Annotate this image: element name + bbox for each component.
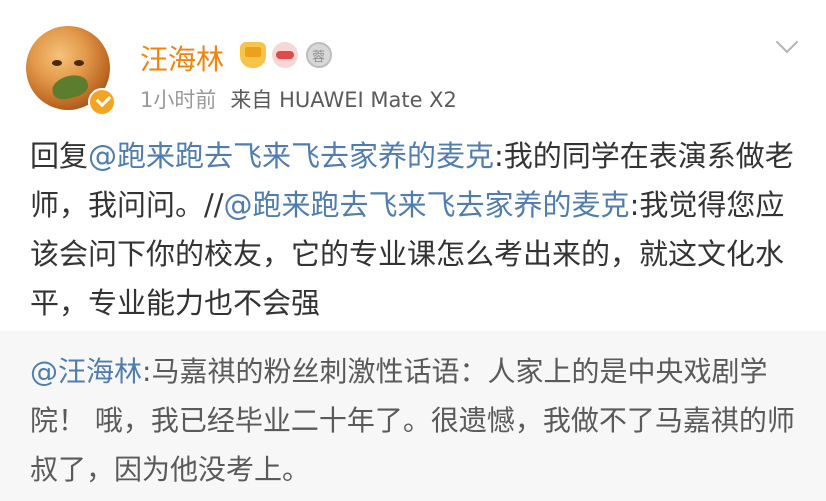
post-meta: 1小时前 来自 HUAWEI Mate X2 [140, 84, 457, 114]
mention-link[interactable]: @跑来跑去飞来飞去家养的麦克 [224, 188, 630, 222]
repost-mention[interactable]: @汪海林 [30, 355, 142, 388]
chevron-down-icon[interactable] [775, 30, 799, 54]
repost-text-block: @汪海林:马嘉祺的粉丝刺激性话语：人家上的是中央戏剧学院！ 哦，我已经毕业二十年… [30, 347, 800, 494]
reply-prefix: 回复 [30, 139, 89, 173]
avatar-leaf [49, 71, 91, 103]
avatar-eye [74, 60, 84, 66]
repost-card[interactable]: @汪海林:马嘉祺的粉丝刺激性话语：人家上的是中央戏剧学院！ 哦，我已经毕业二十年… [0, 331, 826, 501]
username[interactable]: 汪海林 [140, 38, 224, 78]
medal-label: 蓉 [312, 50, 326, 65]
avatar-eye [52, 60, 62, 66]
post-time: 1小时前 [140, 88, 217, 112]
post-content: 回复@跑来跑去飞来飞去家养的麦克:我的同学在表演系做老师，我问问。//@跑来跑去… [30, 132, 804, 328]
verified-v-icon [88, 88, 116, 116]
medal-badge-icon[interactable]: 蓉 [306, 42, 332, 68]
bow-badge-icon[interactable] [272, 42, 298, 68]
mention-link[interactable]: @跑来跑去飞来飞去家养的麦克 [88, 139, 494, 173]
device-name[interactable]: HUAWEI Mate X2 [279, 88, 457, 112]
crown-badge-icon[interactable] [240, 42, 266, 68]
source-prefix: 来自 [230, 88, 273, 112]
repost-text: :马嘉祺的粉丝刺激性话语：人家上的是中央戏剧学院！ 哦，我已经毕业二十年了。很遗… [30, 355, 795, 486]
